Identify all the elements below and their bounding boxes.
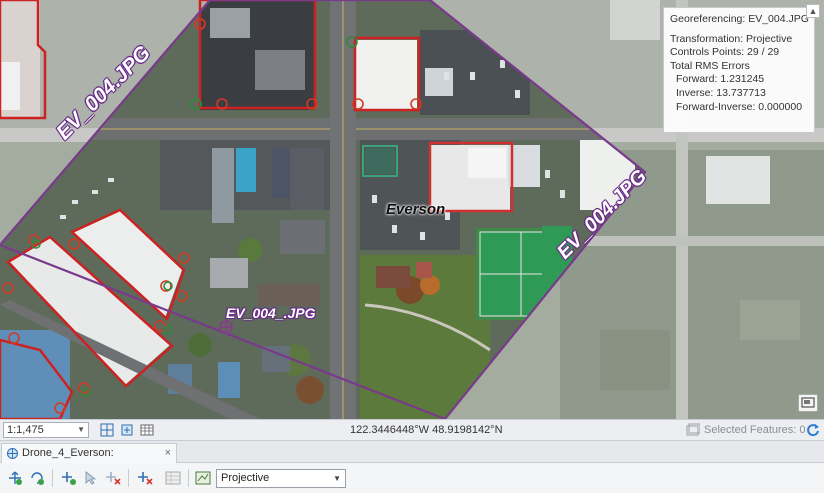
chevron-down-icon: ▼ bbox=[77, 425, 85, 434]
tab-drone-4-everson[interactable]: Drone_4_Everson: EV_004.JPG × bbox=[1, 443, 177, 477]
forward-error: Forward: 1.231245 bbox=[676, 73, 765, 86]
rotate-image-icon[interactable] bbox=[28, 470, 46, 486]
transformation-info: Transformation: Projective bbox=[670, 32, 793, 45]
collapse-panel-button[interactable]: ▲ bbox=[806, 4, 820, 18]
control-point-table-icon[interactable] bbox=[164, 470, 182, 486]
cursor-coordinates: 122.3446448°W 48.9198142°N bbox=[350, 424, 503, 436]
transformation-dropdown[interactable]: Projective ▼ bbox=[216, 469, 346, 488]
delete-all-points-icon[interactable] bbox=[136, 470, 154, 486]
scale-selector[interactable]: 1:1,475 ▼ bbox=[3, 422, 89, 438]
rms-errors-header: Total RMS Errors bbox=[670, 59, 750, 72]
toolbar-separator bbox=[52, 469, 53, 487]
move-image-icon[interactable] bbox=[6, 470, 24, 486]
toolbar-separator bbox=[128, 469, 129, 487]
place-label-everson: Everson bbox=[386, 201, 446, 218]
grid-snap-icon[interactable] bbox=[100, 423, 114, 437]
image-label-small: EV_004_.JPG bbox=[226, 305, 316, 321]
chevron-up-icon: ▲ bbox=[808, 6, 818, 16]
selection-icon[interactable] bbox=[686, 423, 700, 437]
toolbar-separator bbox=[188, 469, 189, 487]
control-points-info: Controls Points: 29 / 29 bbox=[670, 46, 780, 59]
transformation-value: Projective bbox=[221, 472, 270, 484]
chevron-down-icon: ▼ bbox=[333, 474, 341, 483]
map-status-bar: 1:1,475 ▼ 122.3446448°W 48.9198142°N Sel… bbox=[0, 419, 824, 441]
transformation-icon bbox=[195, 471, 211, 485]
georeferencing-info-panel: Georeferencing: EV_004.JPG Transformatio… bbox=[663, 7, 815, 133]
georeference-toolbar: Projective ▼ bbox=[0, 463, 824, 493]
table-grid-icon[interactable] bbox=[140, 423, 154, 437]
close-icon[interactable]: × bbox=[165, 444, 171, 462]
selected-features-count: Selected Features: 0 bbox=[704, 424, 806, 436]
zoom-extent-icon[interactable] bbox=[120, 423, 134, 437]
select-control-point-icon[interactable] bbox=[82, 470, 100, 486]
scale-value: 1:1,475 bbox=[7, 424, 44, 436]
view-tab-strip: Drone_4_Everson: EV_004.JPG × bbox=[0, 441, 824, 477]
overview-map-icon bbox=[801, 397, 815, 408]
refresh-icon[interactable] bbox=[806, 423, 820, 437]
info-panel-title: Georeferencing: EV_004.JPG bbox=[670, 13, 809, 25]
map-view[interactable]: EV_004.JPG EV_004.JPG EV_004_.JPG Everso… bbox=[0, 0, 824, 419]
georeference-tab-icon bbox=[7, 448, 18, 459]
add-control-points-icon[interactable] bbox=[60, 470, 78, 486]
overview-button[interactable] bbox=[798, 394, 818, 412]
inverse-error: Inverse: 13.737713 bbox=[676, 86, 766, 99]
forward-inverse-error: Forward-Inverse: 0.000000 bbox=[676, 100, 803, 113]
delete-control-point-icon[interactable] bbox=[104, 470, 122, 486]
